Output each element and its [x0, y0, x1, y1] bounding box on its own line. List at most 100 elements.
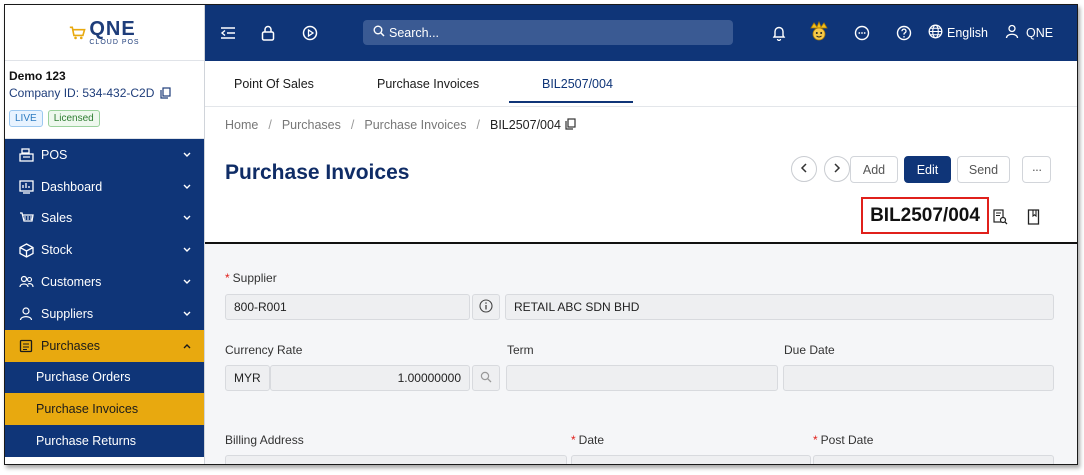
sidebar-item-label: Purchases: [41, 338, 101, 353]
supplier-name-field[interactable]: RETAIL ABC SDN BHD: [505, 294, 1054, 320]
breadcrumb-purchases[interactable]: Purchases: [282, 118, 341, 132]
sidebar: QNE CLOUD POS Demo 123 Company ID: 534-4…: [5, 5, 205, 464]
play-icon[interactable]: [299, 22, 321, 44]
supplier-icon: [17, 306, 35, 322]
add-button[interactable]: Add: [850, 156, 898, 183]
tab-label: Purchase Invoices: [377, 77, 480, 91]
tab-purchase-invoices[interactable]: Purchase Invoices: [377, 61, 479, 107]
currency-rate-label: Currency Rate: [225, 343, 303, 357]
document-search-icon[interactable]: [993, 209, 1008, 230]
cart-logo-icon: [70, 25, 87, 39]
term-label: Term: [507, 343, 534, 357]
sidebar-item-label: Customers: [41, 275, 102, 290]
sidebar-subitem-label: Purchase Orders: [36, 370, 131, 385]
sidebar-item-suppliers[interactable]: Suppliers: [5, 298, 204, 330]
copy-icon[interactable]: [565, 117, 576, 133]
sidebar-subitem-label: Purchase Returns: [36, 434, 137, 449]
user-menu[interactable]: QNE: [1005, 22, 1053, 44]
date-field[interactable]: [571, 455, 811, 464]
previous-record-button[interactable]: [791, 156, 817, 182]
company-name: Demo 123: [9, 69, 66, 83]
breadcrumb-separator: /: [350, 118, 355, 132]
document-number: BIL2507/004: [861, 197, 989, 234]
crown-mascot-icon[interactable]: [808, 20, 830, 42]
currency-search-button[interactable]: [472, 365, 500, 391]
sidebar-item-purchases[interactable]: Purchases: [5, 329, 204, 362]
language-selector[interactable]: English: [928, 22, 988, 44]
search-input[interactable]: Search...: [363, 20, 733, 45]
lock-icon[interactable]: [257, 22, 279, 44]
logo-subtext: CLOUD POS: [89, 39, 140, 46]
chevron-down-icon: [182, 277, 192, 287]
sidebar-item-label: Suppliers: [41, 306, 94, 321]
user-name: QNE: [1026, 26, 1054, 40]
sidebar-subitem-label: Purchase Invoices: [36, 402, 139, 417]
post-date-label-text: Post Date: [820, 433, 874, 447]
search-icon: [480, 371, 492, 386]
breadcrumb-purchase-invoices[interactable]: Purchase Invoices: [364, 118, 466, 132]
currency-code-field[interactable]: MYR: [225, 365, 270, 391]
breadcrumb: Home / Purchases / Purchase Invoices / B…: [225, 115, 576, 135]
sidebar-subitem-purchase-orders[interactable]: Purchase Orders: [5, 361, 204, 394]
help-icon[interactable]: [893, 22, 915, 44]
post-date-field[interactable]: [813, 455, 1054, 464]
tab-point-of-sales[interactable]: Point Of Sales: [234, 61, 314, 107]
breadcrumb-current: BIL2507/004: [490, 118, 561, 132]
user-icon: [1005, 24, 1019, 42]
billing-address-label: Billing Address: [225, 433, 304, 447]
globe-icon: [928, 24, 943, 42]
register-icon: [17, 147, 35, 163]
tab-label: BIL2507/004: [542, 77, 613, 91]
tab-label: Point Of Sales: [234, 77, 314, 91]
bookmark-icon[interactable]: [1027, 209, 1040, 230]
chevron-right-icon: [833, 160, 841, 178]
supplier-name-value: RETAIL ABC SDN BHD: [514, 300, 640, 314]
sidebar-item-sales[interactable]: Sales: [5, 203, 204, 235]
sidebar-item-pos[interactable]: POS: [5, 139, 204, 171]
copy-icon[interactable]: [160, 87, 172, 99]
date-label: * Date: [571, 433, 604, 447]
post-date-label: * Post Date: [813, 433, 873, 447]
required-asterisk: *: [813, 433, 818, 447]
purchases-icon: [17, 338, 35, 354]
supplier-label: * Supplier: [225, 271, 277, 285]
breadcrumb-home[interactable]: Home: [225, 118, 258, 132]
language-label: English: [947, 26, 988, 40]
sidebar-item-stock[interactable]: Stock: [5, 234, 204, 266]
more-options-button[interactable]: ···: [1022, 156, 1051, 183]
billing-address-field[interactable]: [225, 455, 567, 464]
term-field[interactable]: [506, 365, 778, 391]
bell-icon[interactable]: [768, 22, 790, 44]
due-date-field[interactable]: [783, 365, 1054, 391]
chevron-down-icon: [182, 150, 192, 160]
due-date-label: Due Date: [784, 343, 835, 357]
box-icon: [17, 242, 35, 258]
licensed-badge: Licensed: [47, 110, 100, 127]
chat-icon[interactable]: [851, 22, 873, 44]
supplier-label-text: Supplier: [232, 271, 277, 285]
search-icon: [373, 25, 385, 40]
tab-bar: Point Of Sales Purchase Invoices BIL2507…: [205, 61, 1077, 107]
sidebar-subitem-purchase-returns[interactable]: Purchase Returns: [5, 425, 204, 457]
breadcrumb-separator: /: [268, 118, 272, 132]
top-bar: Search... English QNE: [205, 5, 1077, 61]
page-title: Purchase Invoices: [225, 161, 410, 184]
customers-icon: [17, 274, 35, 290]
currency-rate-field[interactable]: 1.00000000: [270, 365, 470, 391]
send-button[interactable]: Send: [957, 156, 1010, 183]
menu-collapse-icon[interactable]: [217, 22, 239, 44]
sidebar-menu: POS Dashboard Sales Stock Customers Supp…: [5, 139, 204, 457]
supplier-code-field[interactable]: 800-R001: [225, 294, 470, 320]
sidebar-item-dashboard[interactable]: Dashboard: [5, 171, 204, 203]
supplier-info-button[interactable]: [472, 294, 500, 320]
logo-text: QNE: [89, 18, 136, 40]
sidebar-subitem-purchase-invoices[interactable]: Purchase Invoices: [5, 393, 204, 426]
chevron-up-icon: [182, 341, 192, 351]
edit-button[interactable]: Edit: [904, 156, 951, 183]
next-record-button[interactable]: [824, 156, 850, 182]
sidebar-item-customers[interactable]: Customers: [5, 266, 204, 298]
sidebar-item-label: Stock: [41, 243, 73, 258]
currency-rate-value: 1.00000000: [397, 371, 461, 385]
live-badge: LIVE: [9, 110, 43, 127]
invoice-form: * Supplier 800-R001 RETAIL ABC SDN BHD Cu…: [205, 244, 1077, 464]
